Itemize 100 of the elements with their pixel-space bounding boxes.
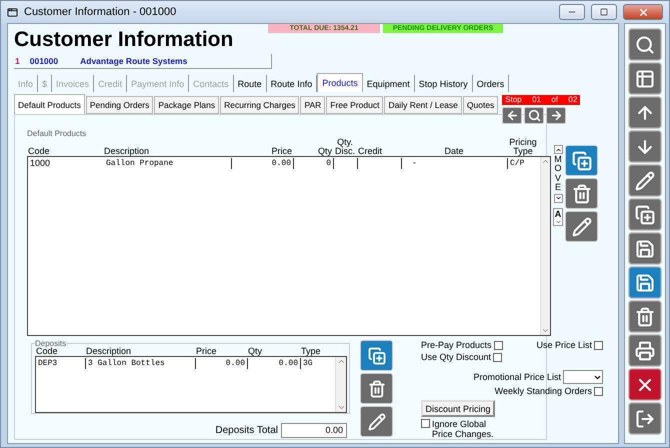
edit-button[interactable]	[565, 211, 598, 242]
maximize-button[interactable]	[591, 4, 617, 20]
pencil-icon	[572, 216, 592, 236]
customer-name: Advantage Route Systems	[80, 56, 188, 66]
app-icon	[7, 6, 18, 18]
option-label: Weekly Standing Orders	[494, 386, 592, 396]
move-label: MOVE	[554, 155, 562, 193]
tab[interactable]: Equipment	[362, 75, 415, 92]
pencil-icon	[635, 170, 655, 190]
add-document-button[interactable]	[628, 198, 662, 231]
checkbox[interactable]	[421, 419, 430, 428]
scrollbar[interactable]	[540, 157, 550, 335]
column-header: Price	[195, 347, 218, 356]
discount-pricing-button[interactable]: Discount Pricing	[421, 400, 495, 417]
delete-button[interactable]	[628, 300, 662, 333]
scroll-down-icon	[541, 326, 550, 335]
scroll-down-icon	[336, 403, 346, 412]
option-label: Use Qty Discount	[421, 352, 492, 362]
trash-icon	[572, 184, 592, 204]
scroll-up-icon	[336, 357, 346, 366]
sort-button[interactable]: A	[553, 208, 563, 226]
down-arrow-button[interactable]	[628, 130, 662, 163]
page-heading: Customer Information	[14, 28, 234, 52]
sub-tab[interactable]: PAR	[300, 96, 326, 114]
tab[interactable]: Orders	[472, 75, 510, 92]
checkbox[interactable]	[594, 386, 603, 396]
print-button[interactable]	[628, 334, 662, 367]
close-icon	[638, 6, 648, 18]
trash-icon	[368, 380, 386, 398]
customer-id: 001000	[30, 56, 58, 66]
grid-button[interactable]	[628, 62, 662, 95]
delete-button[interactable]	[360, 373, 393, 404]
column-header: Pricing Type	[508, 138, 538, 156]
window-title: Customer Information - 001000	[24, 6, 178, 18]
column-header: Description	[103, 147, 150, 156]
column-header: Credit	[357, 147, 384, 156]
move-down-button[interactable]	[554, 194, 562, 203]
option-label: Ignore Global Price Changes.	[432, 419, 495, 439]
table-cell: DEP3	[36, 358, 86, 368]
group-caption: Deposits	[35, 340, 66, 347]
deposits-total-field: 0.00	[281, 423, 347, 438]
down-caret-icon	[554, 218, 562, 225]
sub-tab[interactable]: Free Product	[326, 96, 384, 114]
sub-tab[interactable]: Default Products	[14, 94, 85, 114]
delete-button[interactable]	[565, 178, 598, 209]
minimize-button[interactable]	[559, 4, 585, 20]
sub-tab[interactable]: Daily Rent / Lease	[384, 96, 462, 114]
table-cell: 0.00	[248, 358, 301, 368]
search-button[interactable]	[524, 107, 544, 124]
up-arrow-button[interactable]	[628, 96, 662, 129]
table-icon	[635, 68, 655, 88]
table-cell: 0.00	[232, 158, 294, 168]
table-cell-text: 1000	[29, 158, 52, 168]
sub-tab[interactable]: Package Plans	[154, 96, 220, 114]
scrollbar[interactable]	[335, 357, 346, 412]
column-header: Type	[300, 347, 322, 356]
checkbox[interactable]	[493, 352, 502, 362]
column-header: Code	[36, 347, 58, 356]
maximize-icon	[600, 8, 608, 16]
exit-button[interactable]	[628, 402, 662, 435]
move-up-button[interactable]	[554, 145, 562, 154]
grid-caption: Default Products	[27, 129, 88, 138]
tab[interactable]: Route	[234, 75, 267, 92]
add-document-icon	[368, 346, 386, 364]
add-button[interactable]	[565, 145, 598, 176]
add-button[interactable]	[360, 340, 393, 371]
exit-icon	[635, 408, 655, 428]
deposits-total-label: Deposits Total	[215, 425, 278, 436]
column-header: Qty	[316, 147, 333, 156]
next-button[interactable]	[546, 107, 566, 124]
save-button[interactable]	[628, 266, 662, 299]
close-window-button[interactable]	[623, 4, 663, 20]
pencil-icon	[368, 412, 386, 430]
option-label: Use Price List	[536, 340, 592, 350]
sub-tab[interactable]: Pending Orders	[86, 96, 154, 114]
table-cell-text: 3G	[302, 358, 314, 368]
stop-of: of	[551, 95, 558, 105]
left-arrow-icon	[506, 109, 519, 122]
add-document-icon	[635, 204, 655, 224]
customer-number: 1	[15, 56, 20, 66]
checkbox[interactable]	[594, 340, 603, 350]
close-button[interactable]	[628, 368, 662, 401]
tab[interactable]: Products	[317, 73, 363, 92]
add-document-icon	[572, 150, 592, 170]
sub-tab[interactable]: Recurring Charges	[220, 96, 300, 114]
table-cell: 0	[294, 158, 334, 168]
search-icon	[528, 109, 541, 122]
column-header: Date	[443, 147, 464, 156]
sub-tab[interactable]: Quotes	[462, 96, 498, 114]
tab[interactable]: Stop History	[414, 75, 473, 92]
search-button[interactable]	[628, 28, 662, 61]
edit-button[interactable]	[360, 406, 393, 437]
checkbox[interactable]	[494, 340, 503, 350]
stop-label: Stop	[505, 95, 522, 105]
previous-button[interactable]	[502, 107, 522, 124]
column-header: Price	[270, 147, 293, 156]
trash-icon	[635, 306, 655, 326]
edit-button[interactable]	[628, 164, 662, 197]
save-new-button[interactable]	[628, 232, 662, 265]
price-list-dropdown[interactable]	[563, 370, 603, 384]
